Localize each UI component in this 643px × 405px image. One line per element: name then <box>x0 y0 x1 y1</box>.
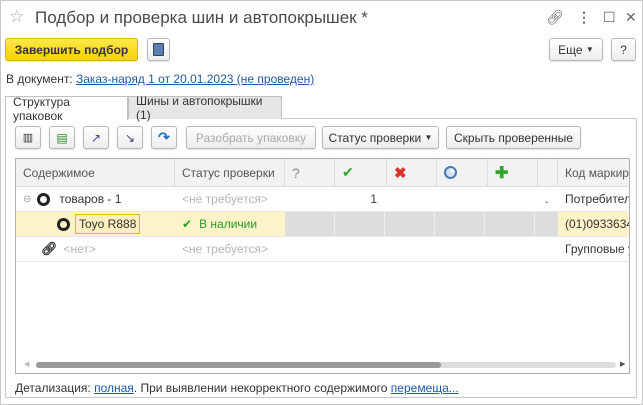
window-title: Подбор и проверка шин и автопокрышек * <box>35 8 368 27</box>
col-code[interactable]: Код маркиро <box>558 159 629 187</box>
arrow-turn-icon: ↷ <box>158 129 170 145</box>
table-row-selected[interactable]: Toyo R888 ✔ В наличии (01)0933634 <box>16 212 630 237</box>
redirect-button[interactable]: ↷ <box>151 126 177 149</box>
detail-link[interactable]: полная <box>94 381 134 395</box>
check-icon: ✔ <box>182 217 193 231</box>
table-add-icon: ▤ <box>56 130 68 145</box>
scanner-download-button[interactable]: ↘ <box>117 126 143 149</box>
row-code: (01)0933634 <box>565 217 630 231</box>
barcode-icon: ▥ <box>22 132 34 144</box>
scanner-in-icon: ↗ <box>90 130 102 145</box>
table-row[interactable]: ⊖ товаров - 1 <не требуется> 1 . Потребит… <box>16 187 630 212</box>
col-ok[interactable]: ✔ <box>335 159 387 187</box>
col-error[interactable]: ✖ <box>387 159 437 187</box>
document-label: В документ: <box>6 72 73 86</box>
help-button[interactable]: ? <box>611 38 636 61</box>
scanner-upload-button[interactable]: ↗ <box>83 126 109 149</box>
more-label: Еще <box>558 42 583 57</box>
scroll-right-icon[interactable]: ▶ <box>620 360 625 368</box>
col-pending[interactable] <box>437 159 488 187</box>
row-counts <box>285 212 558 236</box>
status-check-label: Статус проверки <box>328 130 422 145</box>
row-content: <нет> <box>63 242 96 256</box>
col-content[interactable]: Содержимое <box>16 159 175 187</box>
window: ☆ Подбор и проверка шин и автопокрышек *… <box>0 0 643 405</box>
package-grid[interactable]: Содержимое Статус проверки ? ✔ ✖ ✚ Код м… <box>15 158 630 374</box>
favorite-star-icon[interactable]: ☆ <box>9 7 24 27</box>
row-ok-count: 1 <box>370 192 377 206</box>
row-code: Групповые у <box>565 242 630 256</box>
finish-selection-button[interactable]: Завершить подбор <box>5 38 138 61</box>
link-icon[interactable]: 🔗︎ <box>546 9 564 26</box>
move-link[interactable]: перемеща... <box>391 381 459 395</box>
tab-tires[interactable]: Шины и автопокрышки (1) <box>128 94 282 122</box>
maximize-icon[interactable]: ☐ <box>603 9 616 26</box>
hide-checked-button[interactable]: Скрыть проверенные <box>446 126 581 149</box>
row-status: <не требуется> <box>182 192 268 206</box>
col-unknown[interactable]: ? <box>285 159 335 187</box>
col-status[interactable]: Статус проверки <box>175 159 285 187</box>
row-content[interactable]: Toyo R888 <box>75 214 141 234</box>
row-status: <не требуется> <box>182 242 268 256</box>
link-chain-icon: 🔗︎ <box>41 241 58 256</box>
menu-icon[interactable]: ⋮ <box>577 9 591 26</box>
table-row[interactable]: 🔗︎ <нет> <не требуется> Групповые у <box>16 237 630 262</box>
cross-icon: ✖ <box>394 164 407 182</box>
plus-icon: ✚ <box>495 164 509 182</box>
footer-label: Детализация: <box>15 381 91 395</box>
scroll-thumb[interactable] <box>36 362 441 368</box>
row-code: Потребитель <box>565 192 630 206</box>
horizontal-scrollbar[interactable]: ◀ ▶ <box>16 357 629 373</box>
tire-icon <box>57 217 70 231</box>
check-icon: ✔ <box>342 164 354 180</box>
add-from-list-button[interactable]: ▤ <box>49 126 75 149</box>
chevron-down-icon: ▼ <box>585 45 594 54</box>
tab-package-structure[interactable]: Структура упаковок <box>5 95 128 123</box>
col-extra[interactable]: ✚ <box>488 159 538 187</box>
footer-text: . При выявлении некорректного содержимог… <box>133 381 391 395</box>
barcode-search-button[interactable]: ▥ <box>15 126 41 149</box>
status-check-button[interactable]: Статус проверки ▼ <box>322 126 439 149</box>
col-blank[interactable] <box>538 159 558 187</box>
close-icon[interactable]: ✕ <box>625 9 637 26</box>
more-button[interactable]: Еще ▼ <box>549 38 603 61</box>
scroll-left-icon[interactable]: ◀ <box>24 360 29 368</box>
row-blank: . <box>545 192 549 206</box>
save-button[interactable] <box>147 38 170 61</box>
footer: Детализация: полная. При выявлении некор… <box>15 381 459 395</box>
collapse-icon[interactable]: ⊖ <box>23 194 31 205</box>
row-content: товаров - 1 <box>59 192 122 206</box>
document-link[interactable]: Заказ-наряд 1 от 20.01.2023 (не проведен… <box>76 72 314 86</box>
scanner-out-icon: ↘ <box>124 130 136 145</box>
save-icon <box>153 43 164 56</box>
unpack-button[interactable]: Разобрать упаковку <box>186 126 316 149</box>
chevron-down-icon: ▼ <box>424 133 433 142</box>
row-status: В наличии <box>199 217 258 231</box>
clock-icon <box>444 166 457 179</box>
tire-icon <box>37 192 51 206</box>
